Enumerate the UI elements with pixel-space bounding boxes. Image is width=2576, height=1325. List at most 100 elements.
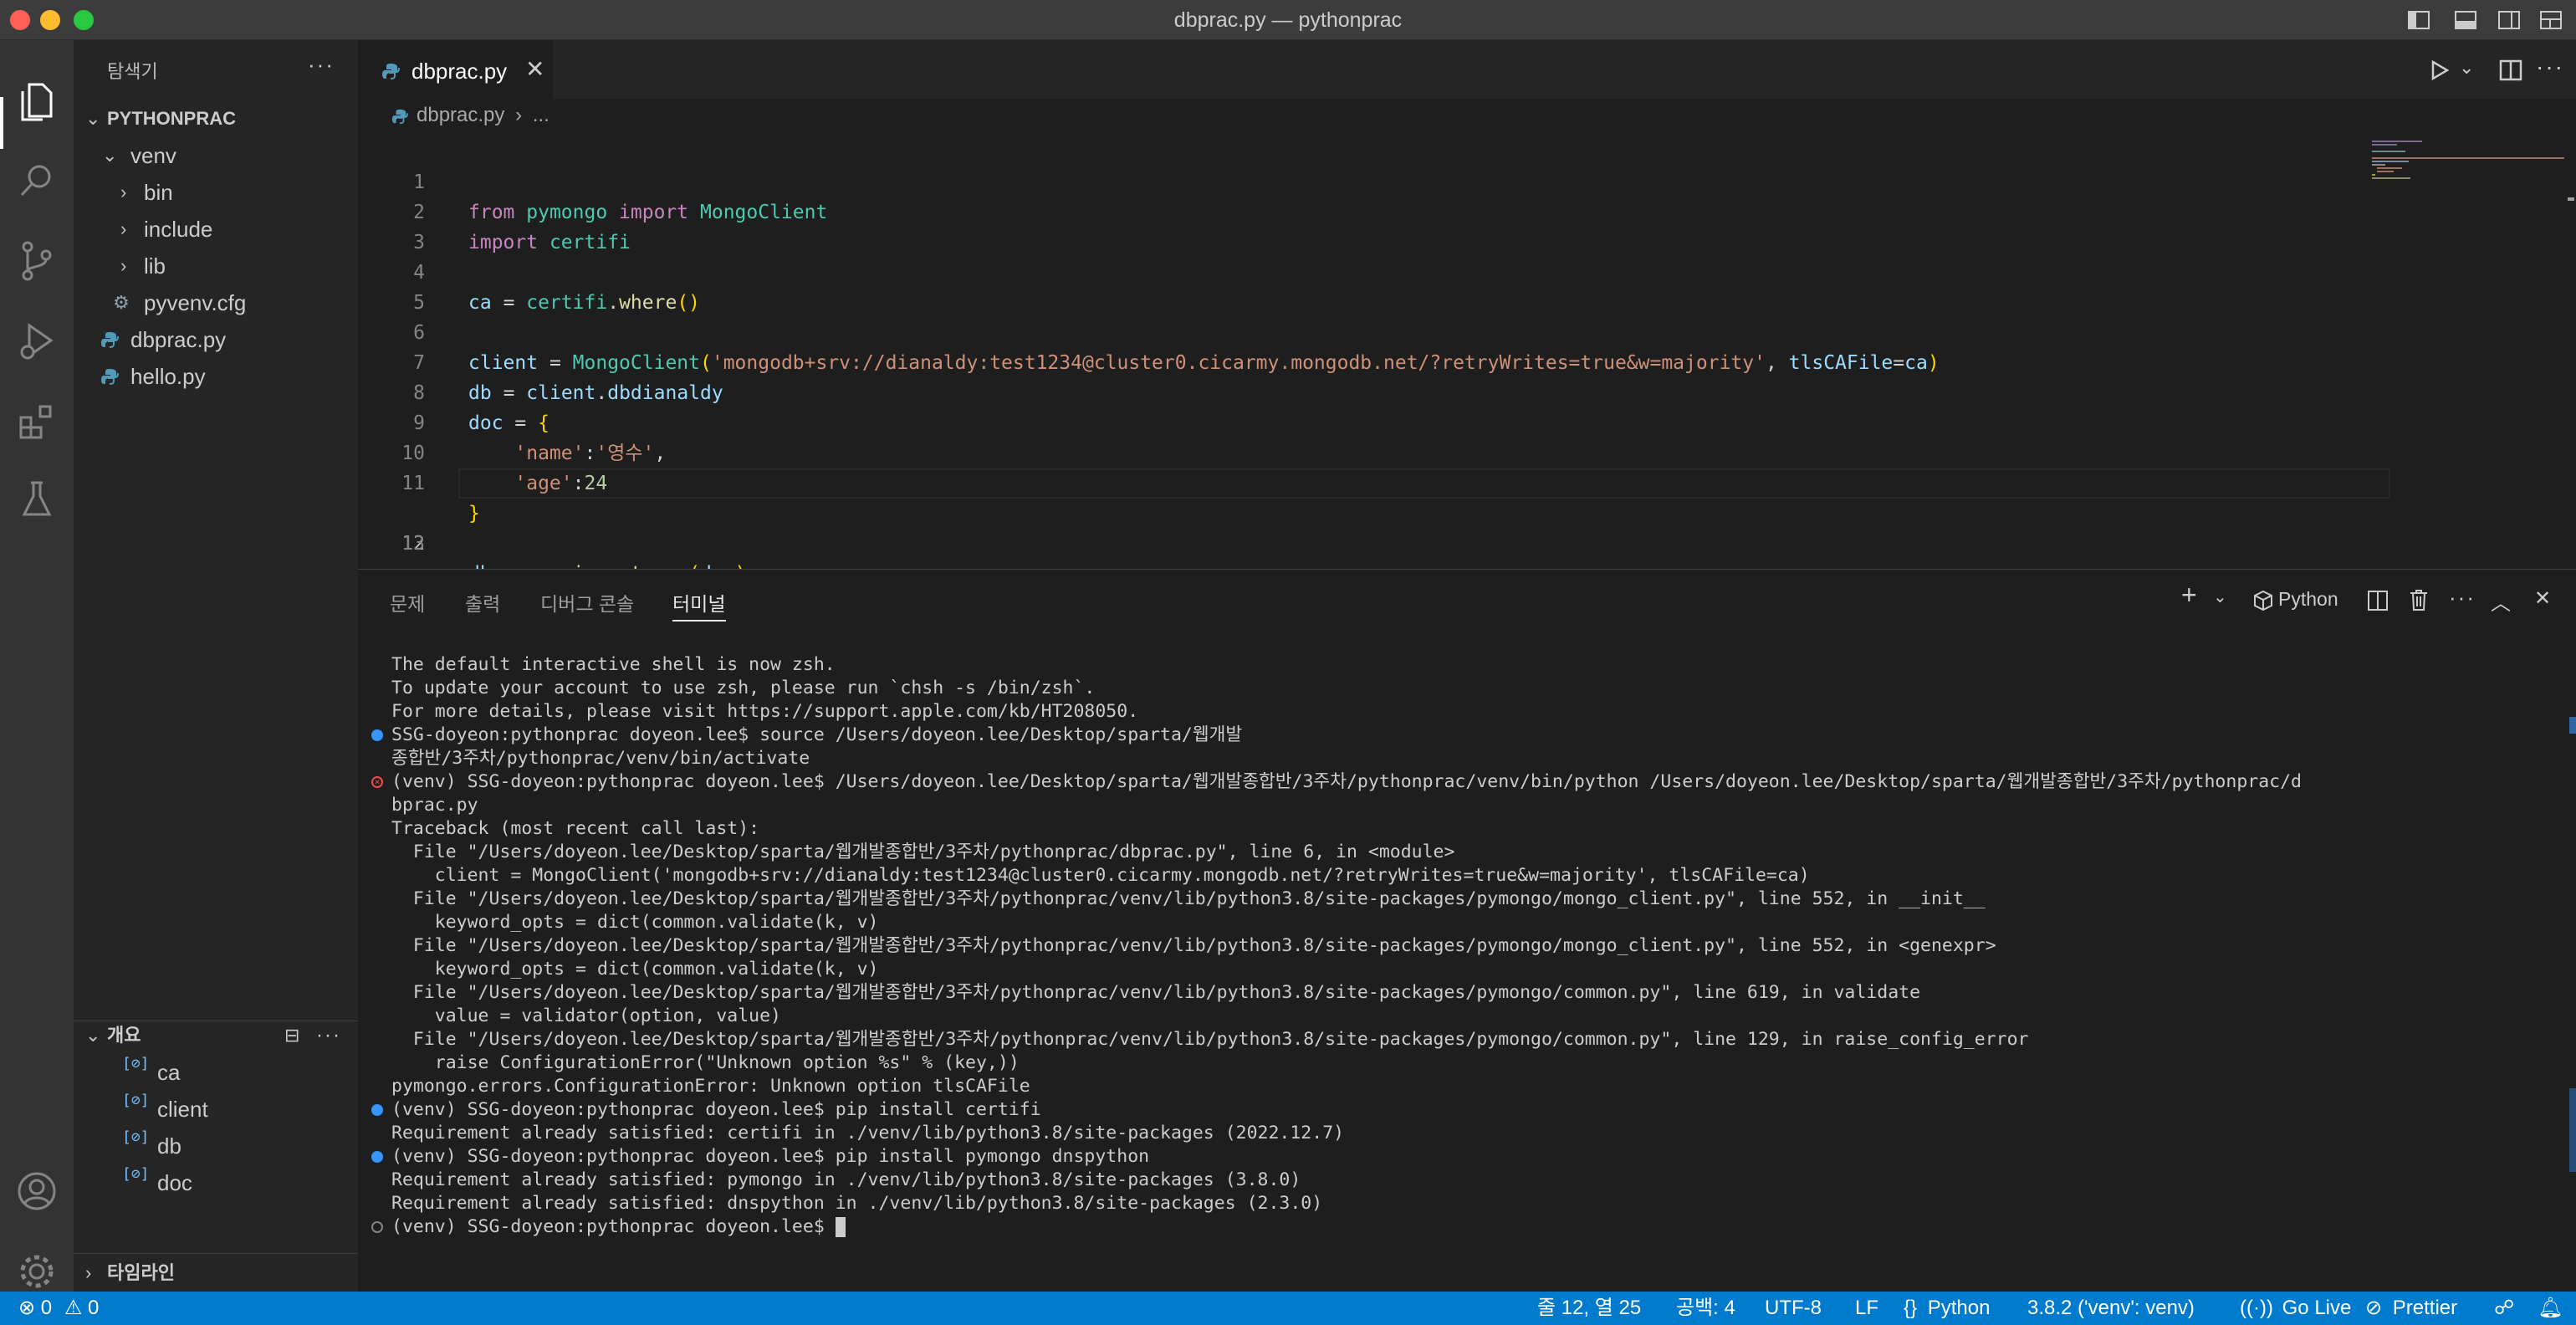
tree-item-label: lib bbox=[144, 253, 166, 279]
new-terminal-plus-icon[interactable]: + bbox=[2181, 580, 2197, 611]
command-success-decoration-icon[interactable] bbox=[371, 1151, 383, 1163]
tree-item-lib[interactable]: › lib bbox=[74, 248, 358, 284]
terminal-line: keyword_opts = dict(common.validate(k, v… bbox=[391, 912, 879, 933]
terminal-line: File "/Users/doyeon.lee/Desktop/sparta/웹… bbox=[391, 935, 1996, 956]
chevron-down-icon: ⌄ bbox=[85, 108, 101, 129]
maximize-panel-chevron-up-icon[interactable]: ︿ bbox=[2491, 586, 2511, 616]
indentation-status[interactable]: 공백: 4 bbox=[1676, 1292, 1735, 1325]
eol-status[interactable]: LF bbox=[1855, 1292, 1878, 1325]
timeline-title: 타임라인 bbox=[107, 1262, 175, 1283]
tree-item-include[interactable]: › include bbox=[74, 211, 358, 248]
editor-area: dbprac.py ✕ ⌄ ··· dbprac.py › ... 1 from… bbox=[358, 40, 2576, 585]
project-section-header[interactable]: ⌄ PYTHONPRAC bbox=[74, 100, 358, 137]
tree-item-dbprac-py[interactable]: dbprac.py bbox=[74, 321, 358, 358]
active-tab-underline bbox=[672, 620, 726, 622]
encoding-status[interactable]: UTF-8 bbox=[1765, 1292, 1822, 1325]
python-interpreter[interactable]: 3.8.2 ('venv': venv) bbox=[2027, 1292, 2195, 1325]
tab-terminal[interactable]: 터미널 bbox=[672, 588, 725, 616]
code-line: 9 'name':'영수', bbox=[358, 378, 666, 464]
terminal-launch-chevron-icon[interactable]: ⌄ bbox=[2213, 586, 2227, 607]
manage-gear-icon[interactable] bbox=[15, 1250, 59, 1293]
explorer-title: 탐색기 bbox=[107, 61, 158, 82]
split-terminal-icon[interactable] bbox=[2367, 590, 2389, 611]
variable-symbol-icon: [⊘] bbox=[122, 1092, 150, 1109]
panel-more-actions-icon[interactable]: ··· bbox=[2449, 585, 2476, 611]
terminal-line: (venv) SSG-doyeon:pythonprac doyeon.lee$… bbox=[391, 771, 2302, 792]
code-line: 2 import certifi bbox=[358, 167, 631, 253]
prettier-status[interactable]: ⊘ Prettier bbox=[2365, 1292, 2457, 1325]
close-tab-icon[interactable]: ✕ bbox=[525, 55, 544, 83]
chevron-down-icon: ⌄ bbox=[102, 145, 118, 166]
breadcrumb-symbol[interactable]: ... bbox=[533, 104, 549, 126]
code-line: 8 doc = { bbox=[358, 348, 549, 434]
config-file-gear-icon: ⚙ bbox=[113, 292, 130, 313]
extensions-icon[interactable] bbox=[15, 400, 59, 443]
split-editor-icon[interactable] bbox=[2499, 59, 2522, 82]
outline-item-db[interactable]: [⊘] db bbox=[74, 1128, 358, 1164]
explorer-icon[interactable] bbox=[15, 80, 59, 124]
outline-item-doc[interactable]: [⊘] doc bbox=[74, 1164, 358, 1201]
bottom-panel: 문제 출력 디버그 콘솔 터미널 + ⌄ Python ··· ︿ ✕ The … bbox=[358, 569, 2576, 1292]
status-bar: ⊗ 0 ⚠ 0 줄 12, 열 25 공백: 4 UTF-8 LF {} Pyt… bbox=[0, 1292, 2576, 1325]
command-error-decoration-icon[interactable]: × bbox=[371, 776, 383, 788]
go-live-button[interactable]: ((·)) Go Live bbox=[2240, 1292, 2351, 1325]
tab-output[interactable]: 출력 bbox=[465, 588, 500, 616]
tree-item-bin[interactable]: › bin bbox=[74, 174, 358, 211]
command-pending-decoration-icon[interactable] bbox=[371, 1221, 383, 1233]
tab-problems[interactable]: 문제 bbox=[390, 588, 425, 616]
toggle-panel-icon[interactable] bbox=[2454, 9, 2477, 31]
outline-item-ca[interactable]: [⊘] ca bbox=[74, 1054, 358, 1091]
terminal-line: File "/Users/doyeon.lee/Desktop/sparta/웹… bbox=[391, 982, 1921, 1003]
outline-section-header[interactable]: ⌄ 개요 ⊟ ··· bbox=[74, 1017, 358, 1054]
terminal-line: Traceback (most recent call last): bbox=[391, 818, 760, 839]
terminal-line: To update your account to use zsh, pleas… bbox=[391, 678, 1096, 698]
tree-item-label: venv bbox=[130, 143, 176, 168]
language-mode[interactable]: {} Python bbox=[1904, 1292, 1990, 1325]
terminal-line: Requirement already satisfied: pymongo i… bbox=[391, 1169, 1301, 1190]
code-text: client = MongoClient('mongodb+srv://dian… bbox=[468, 352, 1940, 374]
command-success-decoration-icon[interactable] bbox=[371, 1104, 383, 1116]
breadcrumb-file[interactable]: dbprac.py bbox=[417, 104, 504, 126]
terminal-line: File "/Users/doyeon.lee/Desktop/sparta/웹… bbox=[391, 888, 1986, 909]
close-panel-icon[interactable]: ✕ bbox=[2534, 586, 2551, 611]
terminal-line: Requirement already satisfied: certifi i… bbox=[391, 1123, 1345, 1143]
source-control-icon[interactable] bbox=[15, 239, 59, 283]
terminal-line: File "/Users/doyeon.lee/Desktop/sparta/웹… bbox=[391, 842, 1455, 862]
minimap[interactable] bbox=[2369, 137, 2569, 221]
notifications-bell-icon[interactable]: 🔔︎ bbox=[2538, 1292, 2563, 1325]
window-title: dbprac.py — pythonprac bbox=[1173, 8, 1403, 32]
tree-item-hello-py[interactable]: hello.py bbox=[74, 358, 358, 395]
run-python-file-icon[interactable] bbox=[2427, 59, 2451, 82]
terminal-line: bprac.py bbox=[391, 795, 478, 816]
feedback-icon[interactable]: ☍ bbox=[2494, 1292, 2514, 1325]
outline-item-client[interactable]: [⊘] client bbox=[74, 1091, 358, 1128]
terminal-shell-label[interactable]: Python bbox=[2278, 588, 2338, 611]
outline-more-icon[interactable]: ··· bbox=[316, 1017, 341, 1054]
run-options-chevron-icon[interactable]: ⌄ bbox=[2459, 57, 2474, 79]
title-bar: dbprac.py — pythonprac bbox=[0, 0, 2576, 40]
tab-dbprac-py[interactable]: dbprac.py ✕ bbox=[358, 40, 554, 99]
tree-item-pyvenv-cfg[interactable]: ⚙ pyvenv.cfg bbox=[74, 284, 358, 321]
editor-more-actions-icon[interactable]: ··· bbox=[2536, 54, 2564, 80]
command-success-decoration-icon[interactable] bbox=[371, 729, 383, 741]
collapse-all-icon[interactable]: ⊟ bbox=[284, 1017, 299, 1054]
tab-debug-console[interactable]: 디버그 콘솔 bbox=[540, 588, 634, 616]
warning-icon: ⚠ bbox=[64, 1297, 83, 1319]
tree-item-label: pyvenv.cfg bbox=[144, 290, 247, 315]
problems-status[interactable]: ⊗ 0 ⚠ 0 bbox=[18, 1292, 99, 1325]
kill-terminal-trash-icon[interactable] bbox=[2409, 588, 2429, 611]
toggle-primary-sidebar-icon[interactable] bbox=[2407, 9, 2430, 31]
prettier-check-icon: ⊘ bbox=[2365, 1297, 2383, 1319]
cursor-position[interactable]: 줄 12, 열 25 bbox=[1537, 1292, 1641, 1325]
activity-bar bbox=[0, 40, 74, 1292]
toggle-secondary-sidebar-icon[interactable] bbox=[2497, 9, 2521, 31]
search-icon[interactable] bbox=[15, 159, 59, 202]
testing-icon[interactable] bbox=[15, 478, 59, 522]
timeline-section-header[interactable]: › 타임라인 bbox=[74, 1255, 358, 1292]
customize-layout-icon[interactable] bbox=[2539, 9, 2563, 31]
run-debug-icon[interactable] bbox=[15, 320, 59, 363]
terminal-line: For more details, please visit https://s… bbox=[391, 701, 1139, 722]
account-icon[interactable] bbox=[15, 1169, 59, 1213]
tree-item-venv[interactable]: ⌄ venv bbox=[74, 137, 358, 174]
explorer-more-button[interactable]: ··· bbox=[308, 52, 335, 78]
